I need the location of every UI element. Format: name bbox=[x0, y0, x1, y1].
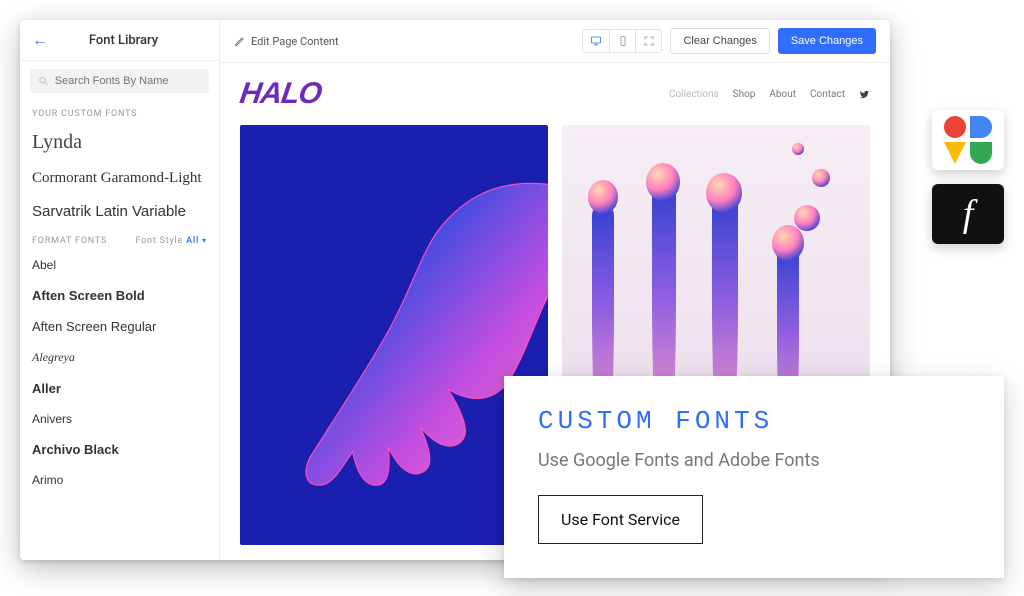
adobe-fonts-badge[interactable]: f bbox=[932, 184, 1004, 244]
google-fonts-icon bbox=[944, 116, 992, 164]
device-desktop-button[interactable] bbox=[583, 30, 609, 52]
nav-collections[interactable]: Collections bbox=[669, 89, 719, 100]
overlay-title: CUSTOM FONTS bbox=[538, 406, 970, 436]
custom-font-list: Lynda Cormorant Garamond-Light Sarvatrik… bbox=[20, 123, 219, 228]
font-item-abel[interactable]: Abel bbox=[20, 250, 219, 280]
search-field[interactable] bbox=[30, 69, 209, 93]
format-fonts-label: FORMAT FONTS Font Style All ▾ bbox=[20, 228, 219, 250]
desktop-icon bbox=[590, 35, 602, 47]
hero-image-left bbox=[240, 125, 548, 545]
clear-changes-button[interactable]: Clear Changes bbox=[670, 28, 769, 54]
edit-page-label[interactable]: Edit Page Content bbox=[234, 35, 339, 48]
custom-fonts-label: YOUR CUSTOM FONTS bbox=[20, 101, 219, 123]
sidebar-header: ← Font Library bbox=[20, 20, 219, 61]
sidebar-title: Font Library bbox=[40, 33, 207, 48]
font-item-archivo-black[interactable]: Archivo Black bbox=[20, 434, 219, 465]
twitter-icon[interactable] bbox=[859, 89, 870, 100]
custom-fonts-card: CUSTOM FONTS Use Google Fonts and Adobe … bbox=[504, 376, 1004, 578]
font-item-anivers[interactable]: Anivers bbox=[20, 404, 219, 434]
search-icon bbox=[38, 75, 49, 87]
device-fullscreen-button[interactable] bbox=[635, 30, 661, 52]
font-library-sidebar: ← Font Library YOUR CUSTOM FONTS Lynda C… bbox=[20, 20, 220, 560]
adobe-fonts-icon: f bbox=[963, 192, 974, 236]
expand-icon bbox=[643, 35, 655, 47]
nav-about[interactable]: About bbox=[769, 89, 796, 100]
mobile-icon bbox=[617, 35, 629, 47]
font-item-arimo[interactable]: Arimo bbox=[20, 465, 219, 495]
font-style-filter[interactable]: Font Style All ▾ bbox=[135, 236, 207, 246]
pencil-icon bbox=[234, 35, 246, 47]
save-changes-button[interactable]: Save Changes bbox=[778, 28, 876, 54]
device-mobile-button[interactable] bbox=[609, 30, 635, 52]
nav-contact[interactable]: Contact bbox=[810, 89, 845, 100]
site-nav: Collections Shop About Contact bbox=[669, 89, 870, 100]
font-item-alegreya[interactable]: Alegreya bbox=[20, 342, 219, 373]
font-item-sarvatrik[interactable]: Sarvatrik Latin Variable bbox=[20, 195, 219, 228]
font-item-aften-regular[interactable]: Aften Screen Regular bbox=[20, 311, 219, 342]
search-input[interactable] bbox=[55, 75, 201, 87]
use-font-service-button[interactable]: Use Font Service bbox=[538, 495, 703, 544]
font-item-lynda[interactable]: Lynda bbox=[20, 123, 219, 162]
font-item-cormorant[interactable]: Cormorant Garamond-Light bbox=[20, 162, 219, 195]
search-wrap bbox=[20, 61, 219, 101]
device-preview-group bbox=[582, 29, 662, 53]
site-logo[interactable]: HALO bbox=[238, 77, 324, 111]
toolbar: Edit Page Content Clear Changes Save Cha… bbox=[220, 20, 890, 63]
overlay-subtitle: Use Google Fonts and Adobe Fonts bbox=[538, 450, 970, 471]
google-fonts-badge[interactable] bbox=[932, 110, 1004, 170]
format-font-list: Abel Aften Screen Bold Aften Screen Regu… bbox=[20, 250, 219, 495]
nav-shop[interactable]: Shop bbox=[733, 89, 756, 100]
font-item-aften-bold[interactable]: Aften Screen Bold bbox=[20, 280, 219, 311]
site-header: HALO Collections Shop About Contact bbox=[240, 77, 870, 111]
font-item-aller[interactable]: Aller bbox=[20, 373, 219, 404]
